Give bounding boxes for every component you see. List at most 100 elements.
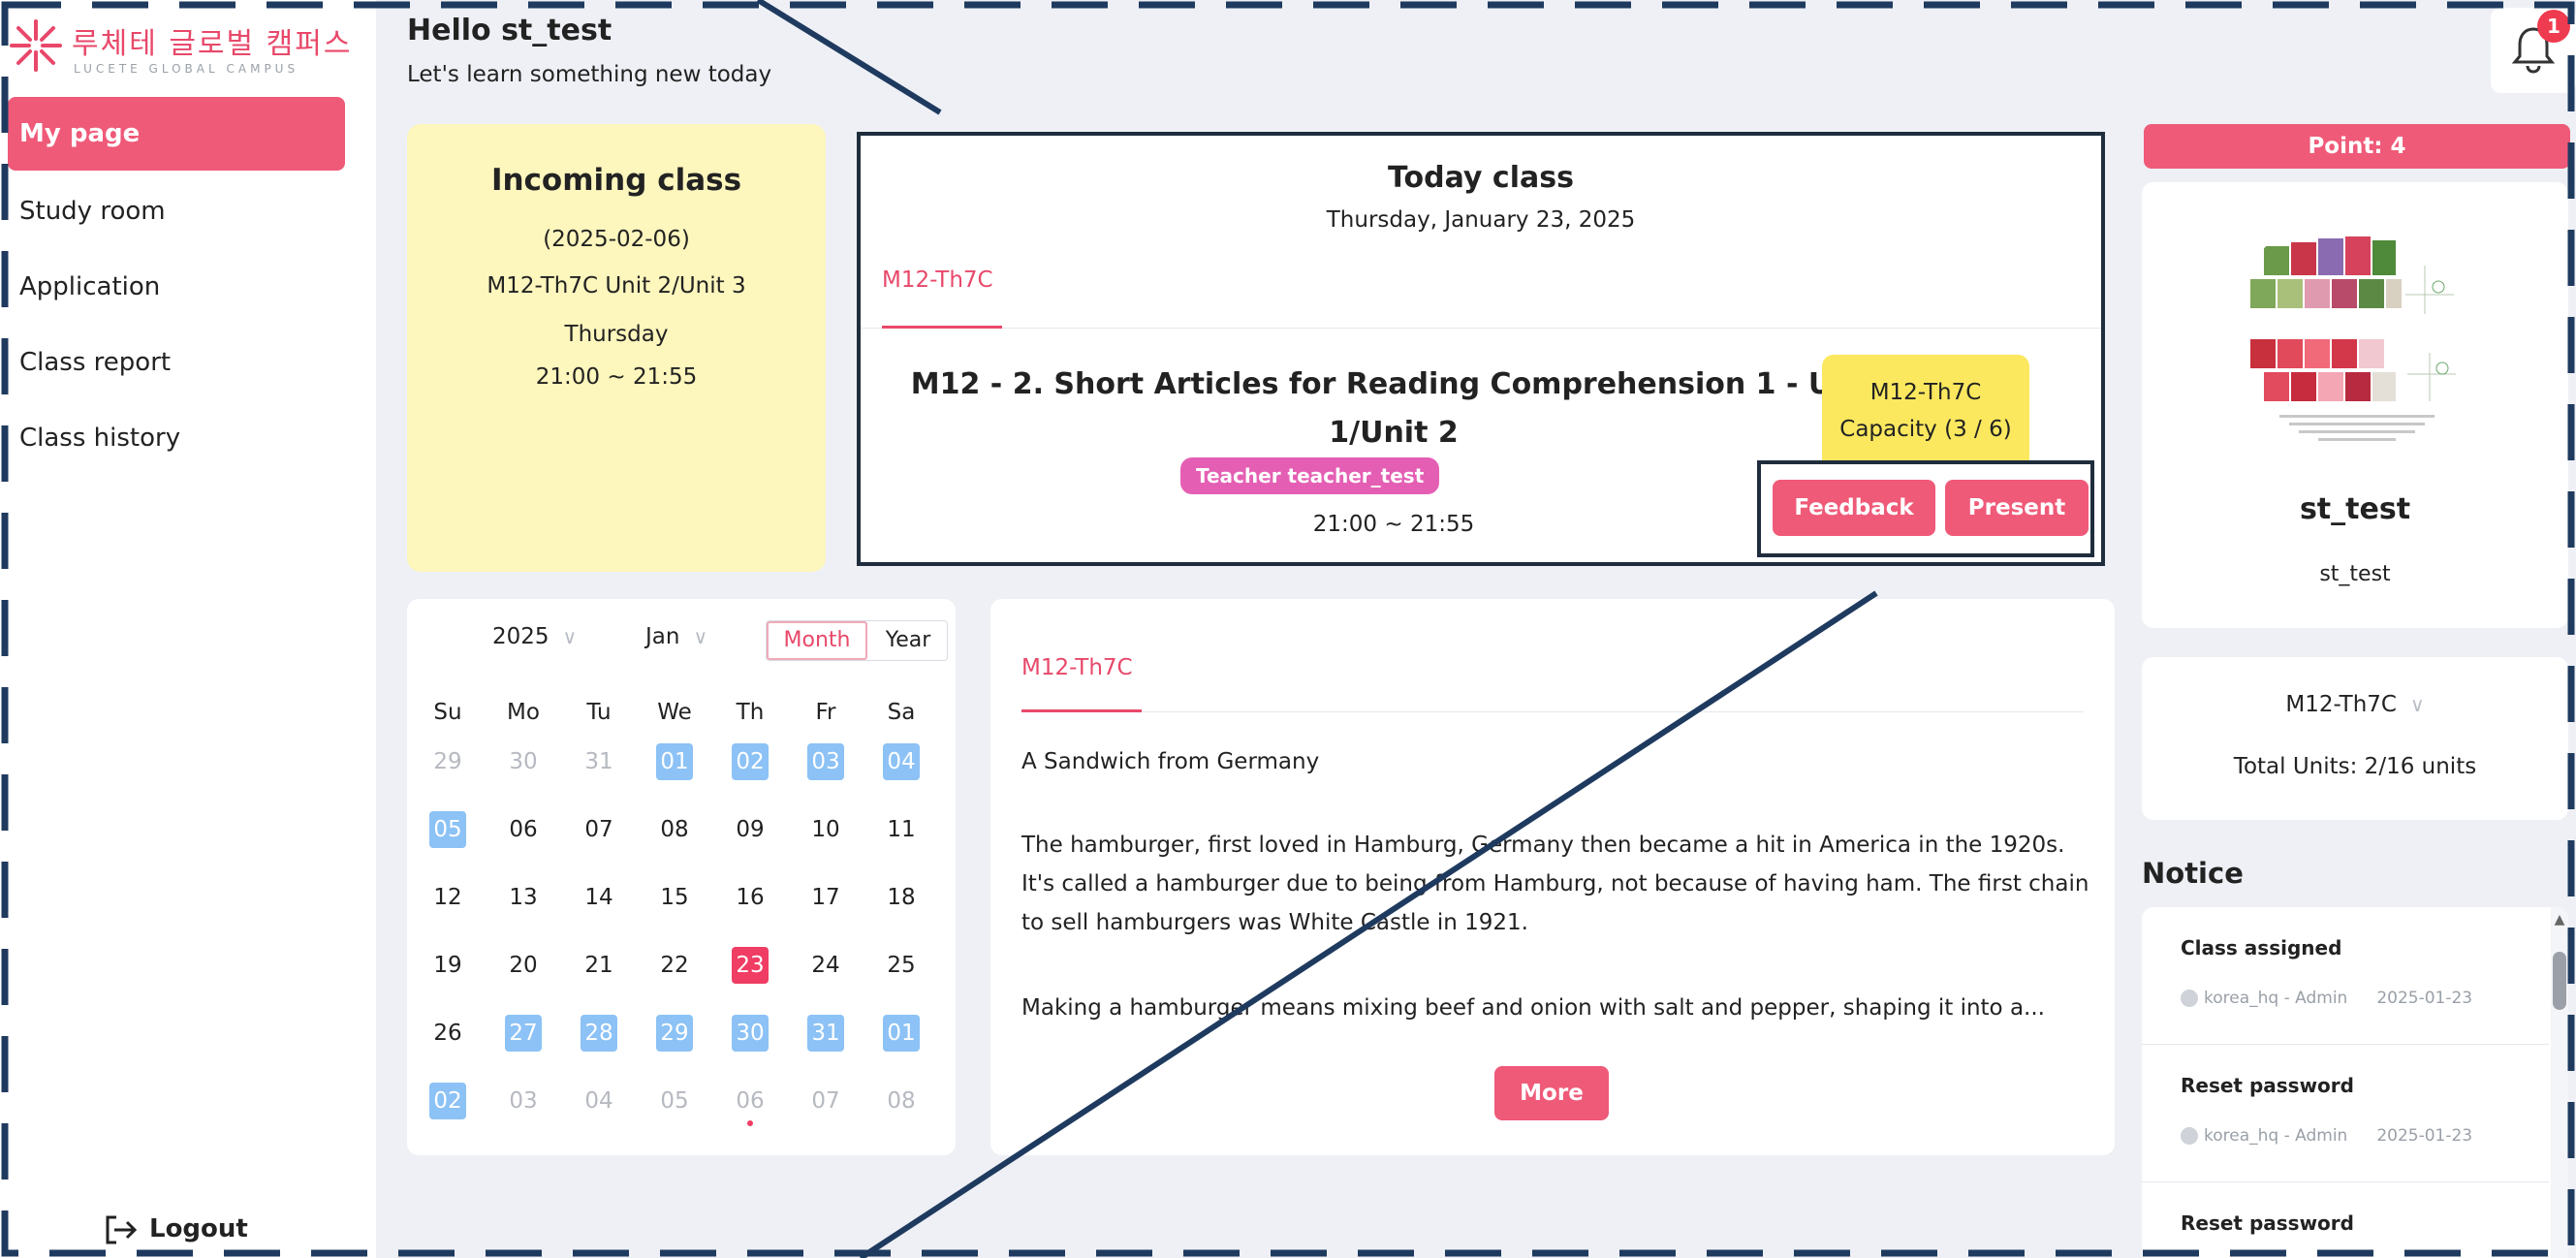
tab-today-class[interactable]: M12-Th7C bbox=[882, 267, 993, 293]
calendar-day[interactable]: 07 bbox=[570, 810, 628, 849]
lesson-time: 21:00 ~ 21:55 bbox=[1312, 512, 1475, 537]
view-year-button[interactable]: Year bbox=[867, 621, 949, 660]
calendar-day-number: 03 bbox=[509, 1088, 538, 1114]
logout-icon bbox=[106, 1215, 138, 1243]
calendar-day[interactable]: 13 bbox=[494, 878, 552, 917]
calendar-day[interactable]: 02 bbox=[419, 1082, 477, 1120]
calendar-day[interactable]: 24 bbox=[797, 946, 855, 985]
calendar-day[interactable]: 18 bbox=[872, 878, 930, 917]
notice-item-title: Class assigned bbox=[2181, 936, 2342, 959]
calendar-day[interactable]: 20 bbox=[494, 946, 552, 985]
tab-indicator bbox=[882, 326, 1002, 329]
feedback-button[interactable]: Feedback bbox=[1773, 480, 1935, 536]
admin-avatar-icon bbox=[2181, 990, 2198, 1007]
notice-list: Class assigned korea_hq - Admin 2025-01-2… bbox=[2142, 907, 2568, 1258]
calendar-day[interactable]: 07 bbox=[797, 1082, 855, 1120]
calendar-day-number: 10 bbox=[811, 817, 840, 842]
logout-button[interactable]: Logout bbox=[105, 1206, 248, 1252]
calendar-view-toggle: Month Year bbox=[766, 620, 948, 661]
calendar-day-number: 09 bbox=[736, 817, 765, 842]
calendar-day-number: 19 bbox=[433, 953, 462, 978]
scroll-up-icon[interactable]: ▲ bbox=[2553, 913, 2566, 927]
calendar: 2025 ∨ Jan ∨ Month Year Su Mo Tu We Th Fr Sa 29 30… bbox=[407, 599, 956, 1155]
divider bbox=[1021, 711, 2084, 712]
profile-card: st_test st_test bbox=[2142, 182, 2568, 628]
sidebar-item-class-report[interactable]: Class report bbox=[8, 326, 345, 399]
incoming-class-card: Incoming class (2025-02-06) M12-Th7C Uni… bbox=[407, 124, 826, 572]
logo-name-en: LUCETE GLOBAL CAMPUS bbox=[74, 62, 299, 76]
present-button[interactable]: Present bbox=[1945, 480, 2089, 536]
units-card: M12-Th7C ∨ Total Units: 2/16 units bbox=[2142, 657, 2568, 820]
sidebar-item-class-history[interactable]: Class history bbox=[8, 401, 345, 475]
calendar-day[interactable]: 19 bbox=[419, 946, 477, 985]
calendar-day-number: 31 bbox=[807, 1015, 844, 1052]
sidebar: 루체테 글로벌 캠퍼스 LUCETE GLOBAL CAMPUS My page… bbox=[0, 0, 376, 1258]
calendar-day[interactable]: 09 bbox=[721, 810, 779, 849]
calendar-day[interactable]: 31 bbox=[797, 1014, 855, 1053]
calendar-day[interactable]: 04 bbox=[570, 1082, 628, 1120]
notice-item[interactable]: Reset password korea_hq - Admin 2025-01-2… bbox=[2142, 1045, 2549, 1182]
profile-id: st_test bbox=[2319, 562, 2391, 586]
calendar-day[interactable]: 15 bbox=[645, 878, 704, 917]
calendar-day[interactable]: 27 bbox=[494, 1014, 552, 1053]
calendar-day[interactable]: 06 bbox=[494, 810, 552, 849]
article-card: M12-Th7C A Sandwich from Germany The ham… bbox=[990, 599, 2115, 1155]
calendar-day[interactable]: 08 bbox=[872, 1082, 930, 1120]
calendar-day-number: 24 bbox=[811, 953, 840, 978]
year-select[interactable]: 2025 ∨ bbox=[492, 624, 577, 649]
notice-item-title: Reset password bbox=[2181, 1211, 2354, 1235]
weekday-header: Su bbox=[433, 700, 462, 725]
calendar-day[interactable]: 02 bbox=[721, 742, 779, 781]
calendar-day[interactable]: 29 bbox=[419, 742, 477, 781]
calendar-day[interactable]: 05 bbox=[419, 810, 477, 849]
sidebar-item-application[interactable]: Application bbox=[8, 250, 345, 324]
calendar-day[interactable]: 28 bbox=[570, 1014, 628, 1053]
calendar-day-number: 11 bbox=[887, 817, 916, 842]
notice-item[interactable]: Reset password bbox=[2142, 1182, 2549, 1258]
calendar-day[interactable]: 05 bbox=[645, 1082, 704, 1120]
year-select-value: 2025 bbox=[492, 624, 550, 649]
calendar-day-number: 13 bbox=[509, 885, 538, 910]
calendar-day[interactable]: 21 bbox=[570, 946, 628, 985]
weekday-header: Sa bbox=[887, 700, 916, 725]
calendar-day[interactable]: 03 bbox=[494, 1082, 552, 1120]
calendar-day-number: 06 bbox=[736, 1088, 765, 1114]
calendar-day-number: 16 bbox=[736, 885, 765, 910]
calendar-day[interactable]: 01 bbox=[645, 742, 704, 781]
calendar-day-today[interactable]: 23 bbox=[721, 946, 779, 985]
class-select[interactable]: M12-Th7C ∨ bbox=[2142, 692, 2568, 717]
calendar-day[interactable]: 31 bbox=[570, 742, 628, 781]
calendar-day[interactable]: 11 bbox=[872, 810, 930, 849]
calendar-day[interactable]: 16 bbox=[721, 878, 779, 917]
more-button[interactable]: More bbox=[1494, 1066, 1609, 1120]
calendar-day-number: 18 bbox=[887, 885, 916, 910]
calendar-day[interactable]: 04 bbox=[872, 742, 930, 781]
calendar-day[interactable]: 10 bbox=[797, 810, 855, 849]
tab-article-class[interactable]: M12-Th7C bbox=[1021, 655, 1133, 680]
calendar-day[interactable]: 25 bbox=[872, 946, 930, 985]
calendar-day[interactable]: 17 bbox=[797, 878, 855, 917]
lesson-title: M12 - 2. Short Articles for Reading Comp… bbox=[910, 367, 1877, 450]
sidebar-item-study-room[interactable]: Study room bbox=[8, 174, 345, 248]
calendar-day[interactable]: 26 bbox=[419, 1014, 477, 1053]
calendar-day[interactable]: 30 bbox=[721, 1014, 779, 1053]
notice-item[interactable]: Class assigned korea_hq - Admin 2025-01-2… bbox=[2142, 907, 2549, 1045]
month-select[interactable]: Jan ∨ bbox=[645, 624, 707, 649]
divider bbox=[861, 328, 2101, 329]
calendar-day[interactable]: 30 bbox=[494, 742, 552, 781]
logo[interactable]: 루체테 글로벌 캠퍼스 LUCETE GLOBAL CAMPUS bbox=[8, 17, 350, 85]
sidebar-item-my-page[interactable]: My page bbox=[8, 97, 345, 171]
today-class-title: Today class bbox=[1388, 161, 1574, 195]
calendar-day[interactable]: 01 bbox=[872, 1014, 930, 1053]
calendar-day-number: 28 bbox=[581, 1015, 617, 1052]
view-month-button[interactable]: Month bbox=[767, 621, 867, 660]
calendar-day[interactable]: 12 bbox=[419, 878, 477, 917]
chevron-down-icon: ∨ bbox=[693, 625, 708, 648]
notice-scrollbar-thumb[interactable] bbox=[2553, 952, 2566, 1010]
calendar-day[interactable]: 03 bbox=[797, 742, 855, 781]
calendar-day[interactable]: 14 bbox=[570, 878, 628, 917]
calendar-day[interactable]: 06 bbox=[721, 1082, 779, 1120]
calendar-day[interactable]: 08 bbox=[645, 810, 704, 849]
calendar-day[interactable]: 29 bbox=[645, 1014, 704, 1053]
calendar-day[interactable]: 22 bbox=[645, 946, 704, 985]
